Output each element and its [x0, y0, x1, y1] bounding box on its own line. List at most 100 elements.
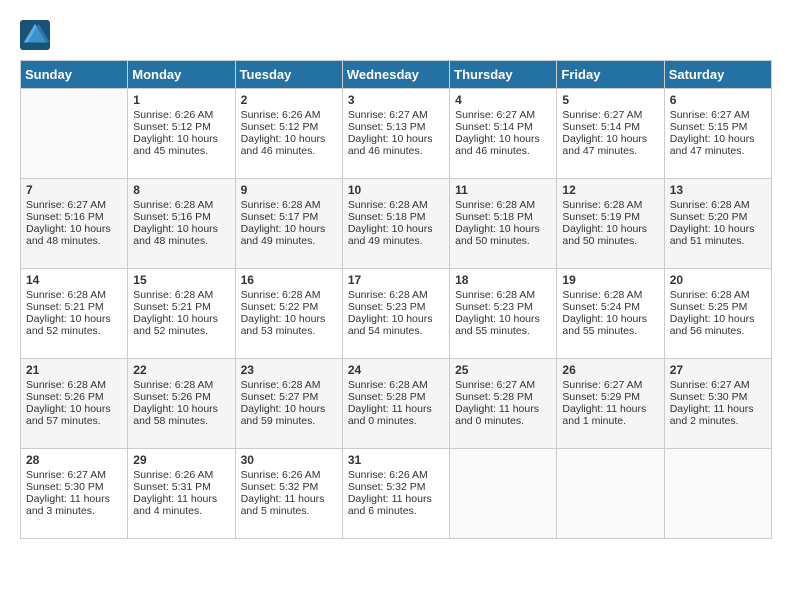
- day-number: 5: [562, 93, 658, 107]
- sunset-text: Sunset: 5:30 PM: [670, 391, 766, 403]
- sunset-text: Sunset: 5:31 PM: [133, 481, 229, 493]
- sunset-text: Sunset: 5:32 PM: [348, 481, 444, 493]
- day-number: 23: [241, 363, 337, 377]
- day-number: 29: [133, 453, 229, 467]
- sunset-text: Sunset: 5:14 PM: [562, 121, 658, 133]
- week-row-0: 1Sunrise: 6:26 AMSunset: 5:12 PMDaylight…: [21, 89, 772, 179]
- daylight-text: Daylight: 10 hours and 49 minutes.: [348, 223, 444, 247]
- calendar-cell: [664, 449, 771, 539]
- calendar-cell: 19Sunrise: 6:28 AMSunset: 5:24 PMDayligh…: [557, 269, 664, 359]
- day-number: 1: [133, 93, 229, 107]
- sunrise-text: Sunrise: 6:26 AM: [133, 469, 229, 481]
- sunrise-text: Sunrise: 6:28 AM: [133, 289, 229, 301]
- sunset-text: Sunset: 5:24 PM: [562, 301, 658, 313]
- sunset-text: Sunset: 5:23 PM: [348, 301, 444, 313]
- day-number: 11: [455, 183, 551, 197]
- sunset-text: Sunset: 5:12 PM: [241, 121, 337, 133]
- day-number: 3: [348, 93, 444, 107]
- sunrise-text: Sunrise: 6:27 AM: [348, 109, 444, 121]
- sunrise-text: Sunrise: 6:28 AM: [133, 379, 229, 391]
- day-number: 21: [26, 363, 122, 377]
- calendar-cell: [21, 89, 128, 179]
- daylight-text: Daylight: 10 hours and 54 minutes.: [348, 313, 444, 337]
- sunrise-text: Sunrise: 6:27 AM: [26, 199, 122, 211]
- day-number: 12: [562, 183, 658, 197]
- header-cell-sunday: Sunday: [21, 61, 128, 89]
- calendar-cell: 23Sunrise: 6:28 AMSunset: 5:27 PMDayligh…: [235, 359, 342, 449]
- sunset-text: Sunset: 5:18 PM: [455, 211, 551, 223]
- daylight-text: Daylight: 10 hours and 51 minutes.: [670, 223, 766, 247]
- calendar-cell: 28Sunrise: 6:27 AMSunset: 5:30 PMDayligh…: [21, 449, 128, 539]
- day-number: 31: [348, 453, 444, 467]
- daylight-text: Daylight: 11 hours and 1 minute.: [562, 403, 658, 427]
- header-cell-friday: Friday: [557, 61, 664, 89]
- calendar-cell: 17Sunrise: 6:28 AMSunset: 5:23 PMDayligh…: [342, 269, 449, 359]
- daylight-text: Daylight: 10 hours and 56 minutes.: [670, 313, 766, 337]
- calendar-table: SundayMondayTuesdayWednesdayThursdayFrid…: [20, 60, 772, 539]
- week-row-3: 21 Sunrise: 6:28 AM Sunset: 5:26 PM Dayligh…: [21, 359, 772, 449]
- sunset-text: Sunset: 5:14 PM: [455, 121, 551, 133]
- calendar-cell: [450, 449, 557, 539]
- week-row-2: 14Sunrise: 6:28 AMSunset: 5:21 PMDayligh…: [21, 269, 772, 359]
- calendar-cell: 12Sunrise: 6:28 AMSunset: 5:19 PMDayligh…: [557, 179, 664, 269]
- day-number: 18: [455, 273, 551, 287]
- daylight-text: Daylight: 10 hours and 46 minutes.: [455, 133, 551, 157]
- calendar-cell: 16Sunrise: 6:28 AMSunset: 5:22 PMDayligh…: [235, 269, 342, 359]
- sunset-text: Sunset: 5:17 PM: [241, 211, 337, 223]
- sunset-text: Sunset: 5:22 PM: [241, 301, 337, 313]
- daylight-text: Daylight: 10 hours and 50 minutes.: [455, 223, 551, 247]
- daylight-text: Daylight: 10 hours and 46 minutes.: [241, 133, 337, 157]
- calendar-cell: 22Sunrise: 6:28 AMSunset: 5:26 PMDayligh…: [128, 359, 235, 449]
- day-number: 22: [133, 363, 229, 377]
- sunrise-text: Sunrise: 6:28 AM: [562, 199, 658, 211]
- day-number: 30: [241, 453, 337, 467]
- day-number: 26: [562, 363, 658, 377]
- calendar-cell: 10Sunrise: 6:28 AMSunset: 5:18 PMDayligh…: [342, 179, 449, 269]
- day-number: 24: [348, 363, 444, 377]
- calendar-cell: 1Sunrise: 6:26 AMSunset: 5:12 PMDaylight…: [128, 89, 235, 179]
- sunrise-text: Sunrise: 6:27 AM: [455, 109, 551, 121]
- header-cell-saturday: Saturday: [664, 61, 771, 89]
- sunrise-text: Sunrise: 6:27 AM: [562, 379, 658, 391]
- calendar-cell: 29Sunrise: 6:26 AMSunset: 5:31 PMDayligh…: [128, 449, 235, 539]
- sunset-text: Sunset: 5:23 PM: [455, 301, 551, 313]
- calendar-cell: 27Sunrise: 6:27 AMSunset: 5:30 PMDayligh…: [664, 359, 771, 449]
- daylight-text: Daylight: 11 hours and 0 minutes.: [348, 403, 444, 427]
- sunset-text: Sunset: 5:25 PM: [670, 301, 766, 313]
- daylight-text: Daylight: 10 hours and 55 minutes.: [455, 313, 551, 337]
- header-cell-wednesday: Wednesday: [342, 61, 449, 89]
- day-number: 7: [26, 183, 122, 197]
- daylight-text: Daylight: 10 hours and 47 minutes.: [670, 133, 766, 157]
- sunrise-text: Sunrise: 6:26 AM: [241, 109, 337, 121]
- logo: [20, 20, 54, 50]
- daylight-text: Daylight: 11 hours and 5 minutes.: [241, 493, 337, 517]
- daylight-text: Daylight: 10 hours and 55 minutes.: [562, 313, 658, 337]
- daylight-text: Daylight: 10 hours and 58 minutes.: [133, 403, 229, 427]
- sunrise-text: Sunrise: 6:28 AM: [241, 199, 337, 211]
- daylight-text: Daylight: 11 hours and 2 minutes.: [670, 403, 766, 427]
- daylight-text: Daylight: 11 hours and 6 minutes.: [348, 493, 444, 517]
- daylight-text: Daylight: 10 hours and 50 minutes.: [562, 223, 658, 247]
- sunrise-text: Sunrise: 6:28 AM: [241, 289, 337, 301]
- daylight-text: Daylight: 10 hours and 47 minutes.: [562, 133, 658, 157]
- header-row: SundayMondayTuesdayWednesdayThursdayFrid…: [21, 61, 772, 89]
- calendar-cell: 24Sunrise: 6:28 AMSunset: 5:28 PMDayligh…: [342, 359, 449, 449]
- day-number: 15: [133, 273, 229, 287]
- sunset-text: Sunset: 5:29 PM: [562, 391, 658, 403]
- calendar-cell: 20Sunrise: 6:28 AMSunset: 5:25 PMDayligh…: [664, 269, 771, 359]
- logo-icon: [20, 20, 50, 50]
- day-number: 6: [670, 93, 766, 107]
- sunrise-text: Sunrise: 6:28 AM: [348, 199, 444, 211]
- week-row-4: 28Sunrise: 6:27 AMSunset: 5:30 PMDayligh…: [21, 449, 772, 539]
- calendar-cell: 30Sunrise: 6:26 AMSunset: 5:32 PMDayligh…: [235, 449, 342, 539]
- day-number: 8: [133, 183, 229, 197]
- calendar-cell: 7Sunrise: 6:27 AMSunset: 5:16 PMDaylight…: [21, 179, 128, 269]
- sunrise-text: Sunrise: 6:26 AM: [133, 109, 229, 121]
- calendar-cell: 2Sunrise: 6:26 AMSunset: 5:12 PMDaylight…: [235, 89, 342, 179]
- sunset-text: Sunset: 5:30 PM: [26, 481, 122, 493]
- calendar-cell: 5Sunrise: 6:27 AMSunset: 5:14 PMDaylight…: [557, 89, 664, 179]
- sunset-text: Sunset: 5:26 PM: [26, 391, 122, 403]
- daylight-text: Daylight: 10 hours and 48 minutes.: [133, 223, 229, 247]
- sunset-text: Sunset: 5:15 PM: [670, 121, 766, 133]
- calendar-cell: 26 Sunrise: 6:27 AMSunset: 5:29 PMDayligh…: [557, 359, 664, 449]
